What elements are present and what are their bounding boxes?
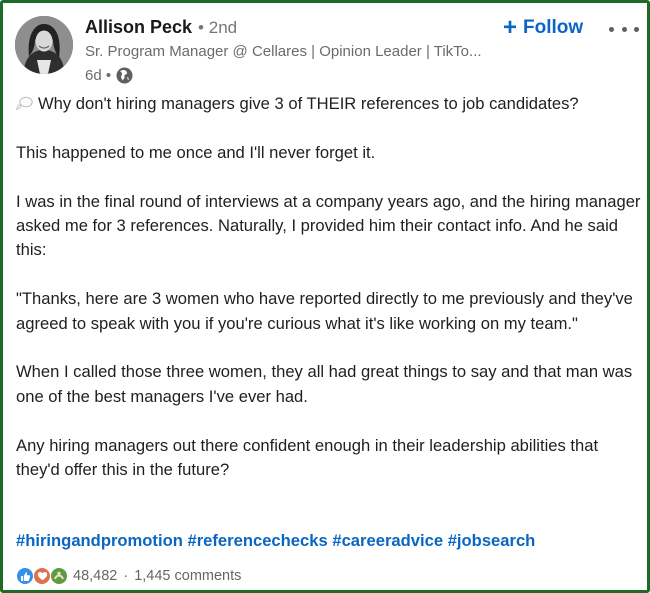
thought-bubble-icon [16,96,33,110]
ellipsis-icon[interactable] [609,21,639,37]
author-headline: Sr. Program Manager @ Cellares | Opinion… [85,43,482,60]
post-body: Why don't hiring managers give 3 of THEI… [16,92,641,507]
like-icon [16,567,34,585]
time-separator: • [101,66,112,84]
connection-degree: • 2nd [198,18,238,37]
author-meta: Allison Peck • 2nd Sr. Program Manager @… [85,17,505,85]
post-paragraph: This happened to me once and I'll never … [16,142,376,162]
social-counts: 48,482 · 1,445 comments [16,566,241,586]
post-paragraph: Why don't hiring managers give 3 of THEI… [16,92,641,116]
globe-icon [116,67,133,84]
follow-button[interactable]: + Follow [503,16,583,40]
hashtags: #hiringandpromotion #referencechecks #ca… [16,531,535,551]
hashtag-link[interactable]: #careeradvice [332,531,443,550]
post-paragraph: I was in the final round of interviews a… [16,191,641,260]
reaction-count[interactable]: 48,482 [73,568,117,584]
hashtag-link[interactable]: #jobsearch [448,531,536,550]
post-opening: Why don't hiring managers give 3 of THEI… [38,94,579,113]
ellipsis-dot [634,26,639,32]
post-timestamp-row: 6d • [85,65,505,85]
avatar-photo [15,16,73,74]
author-name[interactable]: Allison Peck [85,17,192,38]
hashtag-link[interactable]: #hiringandpromotion [16,531,183,550]
post-time: 6d [85,66,102,84]
name-row: Allison Peck • 2nd [85,17,505,41]
ellipsis-dot [621,26,627,32]
plus-icon: + [503,14,518,41]
comments-count[interactable]: 1,445 comments [134,568,241,584]
reaction-icons[interactable] [16,567,68,585]
hashtag-link[interactable]: #referencechecks [187,531,327,550]
degree-label: 2nd [208,18,238,37]
separator: · [123,568,129,584]
love-icon [33,567,51,585]
ellipsis-dot [609,26,614,32]
post-paragraph: Any hiring managers out there confident … [16,435,599,480]
post-card: Allison Peck • 2nd Sr. Program Manager @… [0,0,650,593]
support-icon [50,567,68,585]
post-paragraph: When I called those three women, they al… [16,362,633,406]
post-paragraph: "Thanks, here are 3 women who have repor… [16,289,633,333]
follow-label: Follow [523,17,584,38]
avatar[interactable] [15,16,73,74]
post-header: Allison Peck • 2nd Sr. Program Manager @… [15,16,640,84]
